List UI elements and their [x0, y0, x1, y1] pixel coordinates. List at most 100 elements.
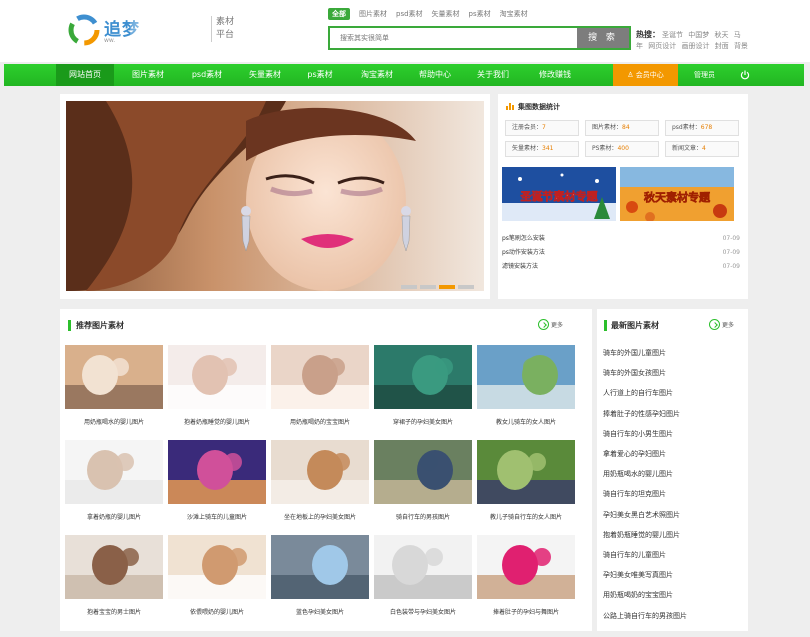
stat-images: 图片素材：84: [585, 120, 659, 136]
search-tab-ps[interactable]: ps素材: [469, 9, 491, 19]
latest-item[interactable]: 骑自行车的儿童图片: [603, 549, 666, 561]
recommend-thumbnail[interactable]: [374, 535, 472, 599]
nav-member-center[interactable]: ♙ 会员中心: [613, 64, 678, 86]
hot-search-link[interactable]: 封面: [715, 42, 729, 50]
recommend-caption[interactable]: 沙滩上骑车的儿童图片: [168, 513, 266, 523]
search-tab-image[interactable]: 图片素材: [359, 9, 387, 19]
latest-item[interactable]: 捧着肚子的性感孕妇图片: [603, 408, 680, 420]
recommend-caption[interactable]: 拿着奶瓶的婴儿图片: [65, 513, 163, 523]
recommend-thumbnail[interactable]: [65, 345, 163, 409]
latest-item[interactable]: 拿着爱心的孕妇图片: [603, 448, 666, 460]
recommend-thumbnail[interactable]: [65, 440, 163, 504]
nav-earn[interactable]: 修改赚钱: [524, 64, 586, 86]
latest-item[interactable]: 孕妇美女黑白艺术照图片: [603, 509, 680, 521]
recommend-thumbnail[interactable]: [168, 535, 266, 599]
recommend-caption[interactable]: 抱着宝宝的男士图片: [65, 608, 163, 618]
nav-home[interactable]: 网站首页: [56, 64, 114, 86]
nav-vector[interactable]: 矢量素材: [236, 64, 294, 86]
more-label: 更多: [551, 322, 564, 329]
hot-search-line2: 年 网页设计 画册设计 封面 背景: [636, 41, 751, 51]
recommend-thumbnail[interactable]: [168, 345, 266, 409]
recommend-thumbnail[interactable]: [168, 440, 266, 504]
hot-search-link[interactable]: 中国梦: [688, 31, 709, 39]
hot-search-link[interactable]: 马: [734, 31, 741, 39]
promo-christmas[interactable]: 圣诞节素材专题: [502, 167, 616, 221]
recommend-caption[interactable]: 蓝色孕妇美女图片: [271, 608, 369, 618]
latest-section: 最新图片素材 更多 骑车的外国儿童图片 骑车的外国女孩图片 人行道上的自行车图片 捧着…: [597, 309, 748, 631]
banner-dot[interactable]: [458, 285, 474, 289]
nav-admin[interactable]: 管理员: [694, 64, 715, 86]
promo-christmas-label: 圣诞节素材专题: [520, 189, 599, 203]
hot-search-link[interactable]: 网页设计: [648, 42, 676, 50]
latest-item[interactable]: 骑车的外国儿童图片: [603, 347, 666, 359]
latest-item[interactable]: 抱着奶瓶睡觉的婴儿图片: [603, 529, 680, 541]
promo-autumn[interactable]: 秋天素材专题: [620, 167, 734, 221]
nav-about[interactable]: 关于我们: [464, 64, 522, 86]
banner-pager: [398, 285, 474, 289]
hot-search-link[interactable]: 背景: [734, 42, 748, 50]
recommend-caption[interactable]: 抱着奶瓶睡觉的婴儿图片: [168, 418, 266, 428]
banner-image[interactable]: [66, 101, 484, 291]
logo-blur: [130, 14, 210, 44]
recommend-caption[interactable]: 教女儿骑车的女人图片: [477, 418, 575, 428]
news-item[interactable]: ps笔刷怎么安装 07-09: [502, 233, 740, 245]
recommend-thumbnail[interactable]: [477, 535, 575, 599]
recommend-caption[interactable]: 用奶瓶喝水的婴儿图片: [65, 418, 163, 428]
recommend-caption[interactable]: 捧着肚子的孕妇与舞图片: [477, 608, 575, 618]
news-item[interactable]: 滤镜安装方法 07-09: [502, 261, 740, 273]
recommend-caption[interactable]: 坐在地板上的孕妇美女图片: [271, 513, 369, 523]
recommend-thumbnail[interactable]: [271, 440, 369, 504]
arrow-circle-icon: [538, 319, 549, 330]
search-box: 搜 索: [328, 26, 631, 50]
recommend-thumbnail[interactable]: [374, 345, 472, 409]
bar-chart-icon: [506, 103, 514, 110]
promo-autumn-label: 秋天素材专题: [644, 190, 711, 204]
search-input[interactable]: [330, 28, 579, 48]
search-tab-vector[interactable]: 矢量素材: [432, 9, 460, 19]
recommend-more-link[interactable]: 更多: [538, 319, 563, 330]
recommend-thumbnail[interactable]: [271, 345, 369, 409]
news-item[interactable]: ps动作安装方法 07-09: [502, 247, 740, 259]
latest-item[interactable]: 骑自行车的坦克图片: [603, 488, 666, 500]
recommend-caption[interactable]: 骑自行车的男孩图片: [374, 513, 472, 523]
latest-more-link[interactable]: 更多: [709, 319, 734, 330]
power-icon[interactable]: [740, 70, 750, 80]
recommend-caption[interactable]: 用奶瓶喝奶的宝宝图片: [271, 418, 369, 428]
nav-member-label: 会员中心: [635, 71, 664, 79]
latest-item[interactable]: 公路上骑自行车的男孩图片: [603, 610, 687, 622]
hot-search-link[interactable]: 画册设计: [681, 42, 709, 50]
site-logo[interactable]: 追梦 ww. 素材 平台: [68, 12, 238, 52]
latest-item[interactable]: 骑车的外国女孩图片: [603, 367, 666, 379]
recommend-caption[interactable]: 教儿子骑自行车的女人图片: [477, 513, 575, 523]
search-tab-psd[interactable]: psd素材: [396, 9, 423, 19]
recommend-caption[interactable]: 依偎喂奶的婴儿图片: [168, 608, 266, 618]
hot-search-link[interactable]: 年: [636, 42, 643, 50]
nav-help[interactable]: 帮助中心: [406, 64, 464, 86]
hot-search-link[interactable]: 秋天: [714, 31, 728, 39]
recommend-thumbnail[interactable]: [477, 440, 575, 504]
nav-taobao[interactable]: 淘宝素材: [348, 64, 406, 86]
recommend-caption[interactable]: 白色装带与孕妇美女图片: [374, 608, 472, 618]
nav-ps[interactable]: ps素材: [294, 64, 346, 86]
recommend-thumbnail[interactable]: [477, 345, 575, 409]
search-tab-taobao[interactable]: 淘宝素材: [500, 9, 528, 19]
latest-item[interactable]: 骑自行车的小男生图片: [603, 428, 673, 440]
banner-dot[interactable]: [420, 285, 436, 289]
search-tab-all[interactable]: 全部: [328, 8, 350, 20]
recommend-caption[interactable]: 穿裙子的孕妇美女图片: [374, 418, 472, 428]
nav-psd[interactable]: psd素材: [178, 64, 236, 86]
recommend-thumbnail[interactable]: [271, 535, 369, 599]
recommend-section: 推荐图片素材 更多 用奶瓶喝水的婴儿图片 抱着奶瓶睡觉的婴儿图片 用奶瓶喝奶的宝宝图…: [60, 309, 592, 631]
recommend-thumbnail[interactable]: [374, 440, 472, 504]
search-button[interactable]: 搜 索: [577, 28, 629, 48]
logo-icon: [68, 14, 100, 46]
latest-item[interactable]: 孕妇美女唯美写真图片: [603, 569, 673, 581]
nav-images[interactable]: 图片素材: [118, 64, 178, 86]
latest-item[interactable]: 人行道上的自行车图片: [603, 387, 673, 399]
latest-item[interactable]: 用奶瓶喝奶的宝宝图片: [603, 589, 673, 601]
banner-dot[interactable]: [401, 285, 417, 289]
hot-search-link[interactable]: 圣诞节: [662, 31, 683, 39]
latest-item[interactable]: 用奶瓶喝水的婴儿图片: [603, 468, 673, 480]
banner-dot-active[interactable]: [439, 285, 455, 289]
recommend-thumbnail[interactable]: [65, 535, 163, 599]
